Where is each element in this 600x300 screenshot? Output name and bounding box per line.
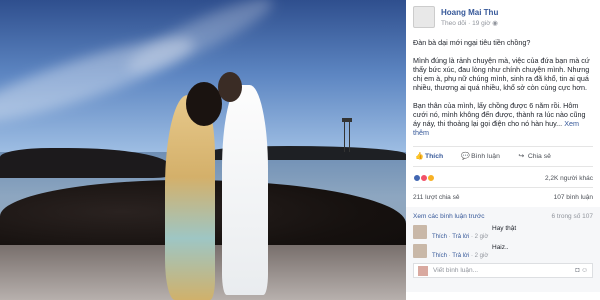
- reactions-bar[interactable]: 2,2K người khác: [413, 167, 593, 187]
- comments-shown-count: 6 trong số 107: [551, 213, 593, 220]
- post-time[interactable]: 19 giờ: [472, 20, 490, 27]
- camera-icon[interactable]: ◘: [574, 267, 581, 274]
- post-actions: 👍 Thích 💬 Bình luận ↪ Chia sẻ: [413, 146, 593, 167]
- emoji-icon[interactable]: ☺: [581, 267, 588, 274]
- comment-text: Haiz..: [492, 244, 509, 251]
- comment-reply-link[interactable]: Trả lời: [452, 253, 469, 259]
- comment-text: Hay thật: [492, 225, 517, 232]
- current-user-avatar: [418, 265, 428, 276]
- comment-input-placeholder: Viết bình luận...: [433, 267, 479, 274]
- share-icon: ↪: [518, 153, 525, 160]
- post-meta: Theo dõi · 19 giờ ◉: [441, 19, 498, 27]
- photo-man-head: [218, 72, 242, 102]
- share-label: Chia sẻ: [527, 153, 551, 160]
- comment-reply-link[interactable]: Trả lời: [452, 234, 469, 240]
- post-photo[interactable]: [0, 0, 406, 300]
- haha-reaction-icon: [427, 174, 435, 182]
- comment-body: Haiz.. Thích · Trả lời · 2 giờ: [432, 244, 593, 259]
- post-text: Đàn bà dại mới ngại tiêu tiền chồng? Mìn…: [413, 38, 593, 137]
- post-panel: Hoang Mai Thu Theo dõi · 19 giờ ◉ Đàn bà…: [406, 0, 600, 300]
- comment-like-link[interactable]: Thích: [432, 253, 447, 259]
- share-count[interactable]: 211 lượt chia sẻ: [413, 194, 459, 201]
- comment-like-link[interactable]: Thích: [432, 234, 447, 240]
- comment-body: Hay thật Thích · Trả lời · 2 giờ: [432, 225, 593, 240]
- comment-links: Thích · Trả lời · 2 giờ: [432, 253, 489, 259]
- comment-button[interactable]: 💬 Bình luận: [461, 153, 500, 160]
- photo-tower: [342, 118, 352, 152]
- view-previous-comments-link[interactable]: Xem các bình luận trước: [413, 213, 484, 220]
- post-paragraph: Bạn thân của mình, lấy chồng được 6 năm …: [413, 101, 593, 137]
- post-header: Hoang Mai Thu Theo dõi · 19 giờ ◉: [413, 0, 593, 30]
- like-button[interactable]: 👍 Thích: [415, 153, 443, 160]
- comment-time[interactable]: 2 giờ: [475, 234, 489, 240]
- share-button[interactable]: ↪ Chia sẻ: [518, 153, 551, 160]
- comment-time[interactable]: 2 giờ: [475, 253, 489, 259]
- comment-label: Bình luận: [471, 153, 500, 160]
- view-previous-row: Xem các bình luận trước 6 trong số 107: [413, 211, 593, 225]
- follow-link[interactable]: Theo dõi: [441, 20, 466, 27]
- comment-item: Haiz.. Thích · Trả lời · 2 giờ: [413, 244, 593, 259]
- reaction-count[interactable]: 2,2K người khác: [545, 175, 593, 182]
- reaction-icons: [413, 174, 435, 182]
- comment-icon: 💬: [461, 153, 470, 160]
- photo-man: [222, 85, 268, 295]
- commenter-avatar[interactable]: [413, 225, 427, 239]
- comment-item: Hay thật Thích · Trả lời · 2 giờ: [413, 225, 593, 240]
- photo-woman-hair: [186, 82, 222, 126]
- author-name[interactable]: Hoang Mai Thu: [441, 8, 498, 17]
- photo-woman: [165, 95, 215, 300]
- post-paragraph-text: Bạn thân của mình, lấy chồng được 6 năm …: [413, 101, 586, 128]
- thumbs-up-icon: 👍: [415, 153, 424, 160]
- comment-input[interactable]: Viết bình luận... ◘ ☺: [413, 263, 593, 278]
- comment-count[interactable]: 107 bình luận: [554, 194, 593, 201]
- commenter-avatar[interactable]: [413, 244, 427, 258]
- author-avatar[interactable]: [413, 6, 435, 28]
- comments-section: Xem các bình luận trước 6 trong số 107 H…: [406, 207, 600, 292]
- globe-icon: ◉: [492, 19, 498, 27]
- comment-links: Thích · Trả lời · 2 giờ: [432, 234, 489, 240]
- post-paragraph: Đàn bà dại mới ngại tiêu tiền chồng?: [413, 38, 531, 47]
- post-paragraph: Mình đúng là rảnh chuyện mà, việc của đứ…: [413, 56, 590, 92]
- like-label: Thích: [425, 153, 444, 160]
- post-stats: 211 lượt chia sẻ 107 bình luận: [413, 187, 593, 207]
